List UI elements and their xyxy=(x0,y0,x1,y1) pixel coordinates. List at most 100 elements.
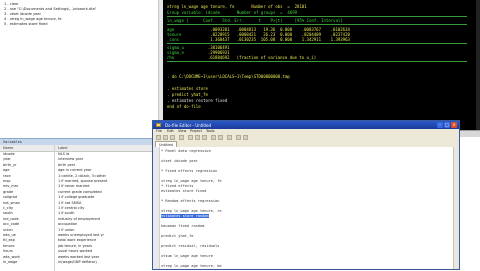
review-item[interactable]: 1 . clear xyxy=(4,2,19,6)
run-icon[interactable] xyxy=(236,135,241,140)
variable-name: birth_yr xyxy=(3,162,17,167)
save-icon[interactable] xyxy=(170,135,175,140)
close-button[interactable]: × xyxy=(451,122,457,128)
review-panel: 1 . clear 2 . use "C:\Documents and Sett… xyxy=(0,0,164,130)
variable-row[interactable]: tenure job tenure, in years xyxy=(0,244,150,249)
menu-file[interactable]: File xyxy=(156,129,162,133)
editor-scrollbar[interactable] xyxy=(453,147,459,269)
undo-icon[interactable] xyxy=(211,135,216,140)
variable-row[interactable]: ind_code industry of employment xyxy=(0,217,150,222)
editor-titlebar[interactable]: Do-file Editor - Untitled – □ × xyxy=(153,121,459,129)
variable-row[interactable]: race 1=white, 2=black, 3=other xyxy=(0,174,150,179)
code-line[interactable]: xtset idcode year xyxy=(161,159,198,163)
redo-icon[interactable] xyxy=(218,135,223,140)
code-line[interactable]: estimates store random xyxy=(161,214,209,218)
results-command-line: xtreg ln_wage age tenure, fe Number of o… xyxy=(167,4,307,9)
column-header-label[interactable]: Label xyxy=(58,146,67,150)
variables-title: Variables xyxy=(3,140,22,144)
code-line[interactable]: predict yhat_fe xyxy=(161,234,193,238)
variable-row[interactable]: idcode NLS id xyxy=(0,152,150,157)
code-line[interactable]: * fixed effects xyxy=(161,184,193,188)
results-window: xtreg ln_wage age tenure, fe Number of o… xyxy=(163,0,480,130)
variable-name: ind_code xyxy=(3,216,19,221)
table-rule xyxy=(167,61,467,62)
variable-name: idcode xyxy=(3,152,15,156)
code-line[interactable]: xtsum ln_wage age tenure xyxy=(161,254,213,258)
cut-icon[interactable] xyxy=(188,135,193,140)
variable-row[interactable]: collgrad 1 if college graduate xyxy=(0,195,150,200)
variable-row[interactable]: c_city 1 if central city xyxy=(0,206,150,211)
variable-row[interactable]: birth_yr birth year xyxy=(0,163,150,168)
table-rule xyxy=(167,16,467,17)
review-item[interactable]: 2 . use "C:\Documents and Settings\...\n… xyxy=(4,7,96,11)
code-line[interactable]: hausman fixed random xyxy=(161,224,204,228)
variable-row[interactable]: south 1 if south xyxy=(0,211,150,216)
table-rule xyxy=(167,24,467,25)
variable-label: ln(wage/GNP deflator) xyxy=(58,260,97,264)
minimize-button[interactable]: – xyxy=(437,122,443,128)
menu-view[interactable]: View xyxy=(178,129,186,133)
variable-label: usual hours worked xyxy=(58,249,93,254)
variable-row[interactable]: occ_code occupation xyxy=(0,222,150,227)
open-file-icon[interactable] xyxy=(163,135,168,140)
variable-label: interview year xyxy=(58,157,84,162)
variable-row[interactable]: union 1 if union xyxy=(0,228,150,233)
variable-row[interactable]: wks_ue weeks unemployed last yr xyxy=(0,233,150,238)
variable-name: ln_wage xyxy=(3,260,18,264)
variable-label: 1 if not SMSA xyxy=(58,200,82,205)
results-command-line: . do C:\DOCUME~1\user\LOCALS~1\Temp\STD0… xyxy=(167,74,290,79)
new-file-icon[interactable] xyxy=(156,135,161,140)
variable-row[interactable]: ttl_exp total work experience xyxy=(0,238,150,243)
variable-name: grade xyxy=(3,189,14,194)
review-item[interactable]: 5 . estimates store fixed xyxy=(4,22,48,26)
variable-label: 1 if union xyxy=(58,227,75,232)
variable-row[interactable]: year interview year xyxy=(0,157,150,162)
do-icon[interactable] xyxy=(243,135,248,140)
variable-row[interactable]: hours usual hours worked xyxy=(0,249,150,254)
row-name: _cons xyxy=(167,37,180,42)
code-line[interactable]: xtreg ln_wage age tenure, re xyxy=(161,209,222,213)
variable-name: ttl_exp xyxy=(3,238,15,243)
variable-label: birth year xyxy=(58,162,76,167)
code-line[interactable]: xtreg ln_wage age tenure, be xyxy=(161,264,222,268)
column-header-name[interactable]: Name xyxy=(3,146,13,150)
editor-app-icon xyxy=(156,123,161,127)
variable-row[interactable]: not_smsa 1 if not SMSA xyxy=(0,201,150,206)
code-line[interactable]: * Random effects regression xyxy=(161,199,219,203)
review-item[interactable]: 3 . xtset idcode year xyxy=(4,12,41,16)
variable-row[interactable]: wks_work weeks worked last year xyxy=(0,255,150,260)
variable-name: msp xyxy=(3,179,11,183)
print-icon[interactable] xyxy=(179,135,184,140)
menu-edit[interactable]: Edit xyxy=(167,129,174,133)
variable-name: not_smsa xyxy=(3,200,20,205)
variable-row[interactable]: nev_mar 1 if never married xyxy=(0,184,150,189)
code-area[interactable]: * Panel data regression xtset idcode year… xyxy=(153,147,459,269)
paste-icon[interactable] xyxy=(202,135,207,140)
find-icon[interactable] xyxy=(227,135,232,140)
maximize-button[interactable]: □ xyxy=(444,122,450,128)
variables-header: Name Label xyxy=(0,145,152,152)
menu-project[interactable]: Project xyxy=(190,129,202,133)
results-end-line: end of do-file xyxy=(167,104,201,109)
variable-label: industry of employment xyxy=(58,216,101,221)
code-line[interactable]: xtreg ln_wage age tenure, fe xyxy=(161,179,222,183)
results-scrollbar[interactable] xyxy=(476,0,480,130)
variable-name: occ_code xyxy=(3,222,20,227)
row-values: .61884692 (fraction of variance due to u… xyxy=(203,55,317,60)
review-item[interactable]: 4 . xtreg ln_wage age tenure, fe xyxy=(4,17,62,21)
code-line[interactable]: estimates store fixed xyxy=(161,189,206,193)
copy-icon[interactable] xyxy=(195,135,200,140)
code-line[interactable]: * Panel data regression xyxy=(161,149,211,153)
code-line[interactable]: predict residual, residuals xyxy=(161,244,219,248)
variable-row[interactable]: grade current grade completed xyxy=(0,190,150,195)
variable-row[interactable]: msp 1 if married, spouse present xyxy=(0,179,150,184)
variable-row[interactable]: ln_wage ln(wage/GNP deflator) xyxy=(0,260,150,265)
variable-label: 1=white, 2=black, 3=other xyxy=(58,173,107,178)
dofile-editor-window: Do-file Editor - Untitled – □ × File Edi… xyxy=(152,120,460,270)
code-line[interactable]: * Fixed effects regression xyxy=(161,169,217,173)
variable-label: age in current year xyxy=(58,168,92,173)
variable-label: 1 if married, spouse present xyxy=(58,179,108,183)
variable-row[interactable]: age age in current year xyxy=(0,168,150,173)
menu-tools[interactable]: Tools xyxy=(206,129,215,133)
variables-panel: Variables Name Label idcode NLS id year int… xyxy=(0,138,152,271)
